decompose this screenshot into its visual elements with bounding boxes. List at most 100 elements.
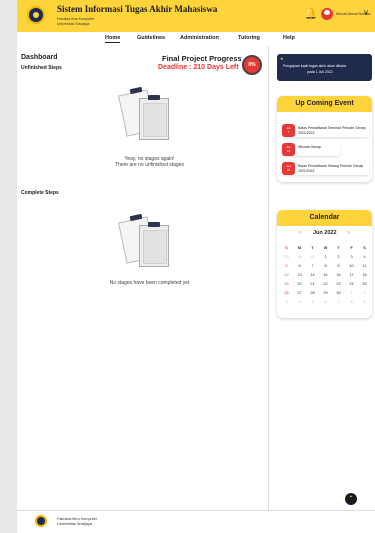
calendar-day[interactable]: 4: [294, 300, 305, 304]
calendar-day[interactable]: 12: [281, 273, 292, 277]
nav-home[interactable]: Home: [105, 35, 121, 43]
clipboard-illustration: [117, 86, 177, 148]
calendar-day[interactable]: 28: [307, 291, 318, 295]
calendar-day[interactable]: 2: [333, 255, 344, 259]
calendar-card: Calendar < Jun 2022 > S M T W T F S 29 30 31 1 2 3 4 5…: [277, 210, 372, 318]
footer-faculty: Fakultas Ilmu Komputer: [57, 517, 98, 521]
top-header: Sistem Informasi Tugas Akhir Mahasiswa F…: [17, 0, 375, 32]
calendar-weekday: M: [297, 246, 302, 250]
calendar-day[interactable]: 7: [333, 300, 344, 304]
app-subtitle-faculty: Fakultas Ilmu Komputer: [57, 17, 94, 21]
footer-divider: [17, 510, 375, 511]
calendar-day[interactable]: 4: [359, 255, 370, 259]
calendar-day[interactable]: 25: [359, 282, 370, 286]
event-date-badge: Jun 14: [282, 143, 295, 156]
calendar-day[interactable]: 5: [307, 300, 318, 304]
scroll-to-top-button[interactable]: ⌃: [345, 493, 357, 505]
app-subtitle-university: Universitas Sriwijaya: [57, 22, 90, 26]
empty-complete-message: No stages have been completed yet: [109, 280, 190, 286]
calendar-day[interactable]: 10: [346, 264, 357, 268]
calendar-day[interactable]: 19: [281, 282, 292, 286]
calendar-day[interactable]: 29: [281, 255, 292, 259]
calendar-day[interactable]: 17: [346, 273, 357, 277]
calendar-day[interactable]: 24: [346, 282, 357, 286]
calendar-day[interactable]: 13: [294, 273, 305, 277]
event-text: Batas Pendaftaran Sidang Periode Genap 2…: [298, 164, 364, 173]
calendar-day[interactable]: 16: [333, 273, 344, 277]
calendar-day[interactable]: 6: [320, 300, 331, 304]
calendar-day[interactable]: 31: [307, 255, 318, 259]
deadline-text: Deadline : 210 Days Left: [158, 64, 239, 71]
calendar-day[interactable]: 30: [294, 255, 305, 259]
event-date-badge: Jun 21: [282, 162, 295, 175]
chevron-down-icon[interactable]: ∨: [363, 8, 369, 17]
calendar-day[interactable]: 1: [320, 255, 331, 259]
calendar-day[interactable]: 29: [320, 291, 331, 295]
calendar-day[interactable]: 30: [333, 291, 344, 295]
app-title: Sistem Informasi Tugas Akhir Mahasiswa: [57, 4, 218, 14]
calendar-prev-button[interactable]: <: [299, 230, 302, 236]
calendar-day[interactable]: 15: [320, 273, 331, 277]
complete-steps-heading: Complete Steps: [21, 190, 59, 196]
calendar-day[interactable]: 3: [346, 255, 357, 259]
calendar-day[interactable]: 8: [320, 264, 331, 268]
calendar-day[interactable]: 26: [281, 291, 292, 295]
nav-guidelines[interactable]: Guidelines: [137, 35, 165, 41]
clip-front: [148, 222, 160, 227]
bell-icon[interactable]: 🔔: [304, 8, 318, 20]
calendar-day[interactable]: 11: [359, 264, 370, 268]
nav-help[interactable]: Help: [283, 35, 295, 41]
nav-administration[interactable]: Administration: [180, 35, 219, 41]
calendar-day[interactable]: 9: [333, 264, 344, 268]
page-title: Dashboard: [21, 54, 58, 61]
calendar-title: Calendar: [277, 210, 372, 226]
event-item[interactable]: Jun 14 Wisuda Genap: [282, 143, 340, 156]
clipboard-illustration-complete: [117, 213, 177, 275]
university-logo[interactable]: [27, 6, 45, 24]
calendar-day[interactable]: 5: [281, 264, 292, 268]
upcoming-event-title: Up Coming Event: [277, 96, 372, 112]
event-text: Wisuda Genap: [298, 145, 322, 149]
calendar-day[interactable]: 21: [307, 282, 318, 286]
calendar-day[interactable]: 7: [307, 264, 318, 268]
calendar-day[interactable]: 6: [294, 264, 305, 268]
calendar-weekday: T: [337, 246, 340, 250]
main-nav: Home Guidelines Administration Tutoring …: [17, 32, 375, 46]
calendar-day[interactable]: 1: [346, 291, 357, 295]
upcoming-event-card: Up Coming Event Jun 7 Batas Pendaftaran S…: [277, 96, 372, 182]
calendar-day[interactable]: 14: [307, 273, 318, 277]
final-project-progress-title: Final Project Progress: [162, 54, 242, 63]
calendar-day[interactable]: 8: [346, 300, 357, 304]
calendar-weekday: T: [311, 246, 314, 250]
calendar-day[interactable]: 23: [333, 282, 344, 286]
calendar-day[interactable]: 2: [359, 291, 370, 295]
paper-front: [139, 98, 169, 140]
announcement-banner[interactable]: ★ Pengajuan topik tugas akhir akan dibuk…: [277, 54, 372, 81]
calendar-day[interactable]: 18: [359, 273, 370, 277]
nav-tutoring[interactable]: Tutoring: [238, 35, 260, 41]
announcement-line1: Pengajuan topik tugas akhir akan dibuka: [283, 64, 347, 68]
clip-front: [148, 95, 160, 100]
calendar-day[interactable]: 22: [320, 282, 331, 286]
event-item[interactable]: Jun 21 Batas Pendaftaran Sidang Periode G…: [282, 162, 369, 175]
calendar-day[interactable]: 27: [294, 291, 305, 295]
calendar-weekday: S: [285, 246, 288, 250]
calendar-weekday: S: [363, 246, 366, 250]
calendar-weekday: F: [350, 246, 353, 250]
calendar-next-button[interactable]: >: [347, 230, 350, 236]
event-text: Batas Pendaftaran Seminar Periode Genap …: [298, 126, 366, 135]
calendar-month: Jun 2022: [313, 230, 337, 236]
footer-university: Universitas Sriwijaya: [57, 522, 93, 526]
calendar-weekday: W: [323, 246, 328, 250]
event-date-badge: Jun 7: [282, 124, 295, 137]
paper-front: [139, 225, 169, 267]
calendar-day[interactable]: 20: [294, 282, 305, 286]
progress-indicator: 0%: [242, 55, 262, 75]
announcement-line2: pada 1 Juli 2022: [307, 70, 333, 74]
calendar-day[interactable]: 9: [359, 300, 370, 304]
star-icon: ★: [280, 56, 284, 61]
empty-unfinished-submessage: There are no unfinished stages: [115, 162, 184, 168]
calendar-day[interactable]: 3: [281, 300, 292, 304]
avatar[interactable]: [321, 8, 333, 20]
event-item[interactable]: Jun 7 Batas Pendaftaran Seminar Periode G…: [282, 124, 369, 137]
